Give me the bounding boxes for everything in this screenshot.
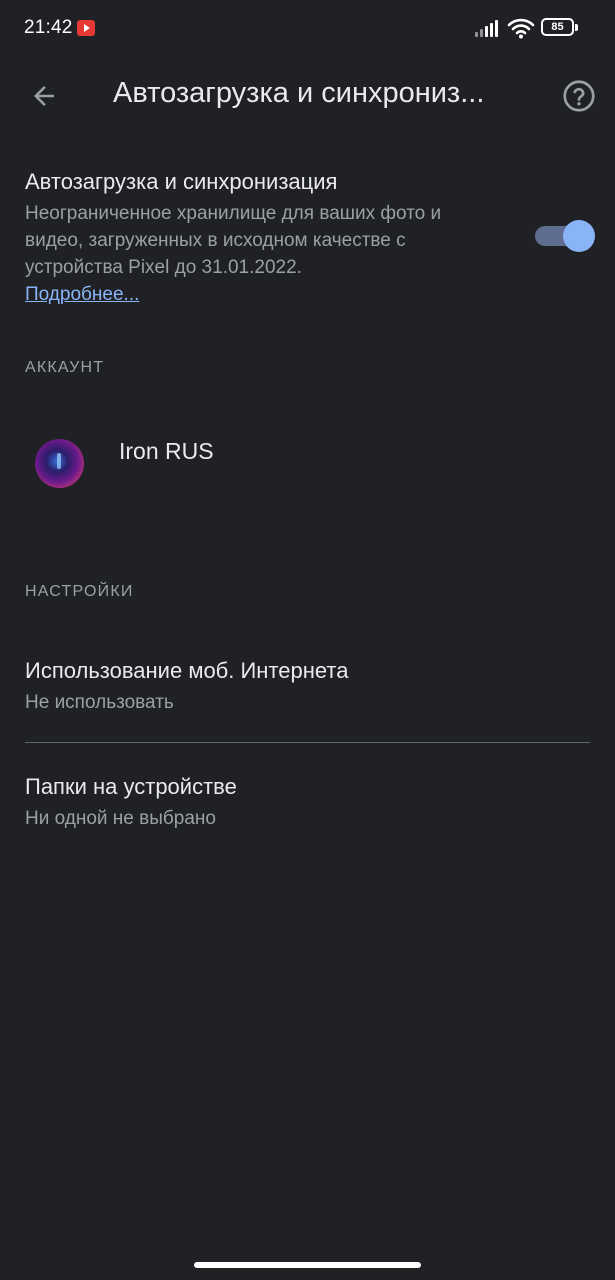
backup-sync-description-text: Неограниченное хранилище для ваших фото … — [25, 203, 442, 278]
account-name: Iron RUS — [119, 438, 214, 464]
app-bar: Автозагрузка и синхрониз... — [0, 58, 615, 134]
youtube-notification-icon — [77, 20, 95, 36]
backup-sync-row[interactable]: Автозагрузка и синхронизация Неограничен… — [25, 166, 595, 308]
screen: 21:42 85 Автозагрузка и синхрониз... Авт… — [0, 0, 615, 1280]
help-circle-icon — [563, 80, 595, 112]
setting-title: Использование моб. Интернета — [25, 658, 349, 683]
backup-sync-toggle[interactable] — [535, 218, 611, 254]
help-button[interactable] — [557, 74, 601, 118]
arrow-back-icon — [34, 86, 54, 106]
page-title: Автозагрузка и синхрониз... — [113, 77, 485, 109]
setting-subtitle: Не использовать — [25, 692, 174, 713]
battery-level: 85 — [551, 21, 564, 33]
account-row[interactable]: Iron RUS — [0, 418, 615, 510]
nav-gesture-handle[interactable] — [194, 1262, 421, 1268]
backup-sync-description: Неограниченное хранилище для ваших фото … — [25, 200, 475, 308]
wifi-icon — [507, 17, 535, 39]
divider — [25, 742, 590, 743]
avatar — [35, 439, 84, 488]
signal-icon — [475, 20, 499, 37]
setting-item-mobile-data[interactable]: Использование моб. Интернета Не использо… — [0, 640, 615, 742]
account-section-header: АККАУНТ — [25, 359, 105, 376]
setting-title: Папки на устройстве — [25, 774, 237, 799]
setting-item-device-folders[interactable]: Папки на устройстве Ни одной не выбрано — [0, 744, 615, 846]
toggle-thumb — [563, 220, 595, 252]
settings-section-header: НАСТРОЙКИ — [25, 583, 134, 600]
battery-icon: 85 — [541, 18, 578, 36]
back-button[interactable] — [22, 74, 66, 118]
status-bar: 21:42 85 — [0, 0, 615, 58]
setting-subtitle: Ни одной не выбрано — [25, 808, 216, 829]
backup-sync-title: Автозагрузка и синхронизация — [25, 169, 338, 194]
status-time: 21:42 — [24, 17, 73, 38]
learn-more-link[interactable]: Подробнее... — [25, 281, 139, 308]
